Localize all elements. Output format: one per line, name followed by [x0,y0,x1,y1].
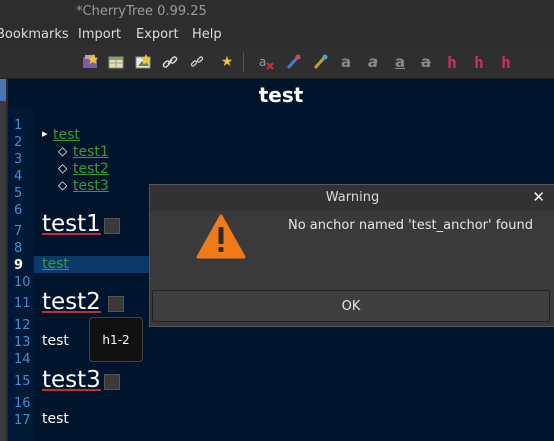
title-bar: *CherryTree 0.99.25 [0,0,554,24]
toc-link-test2[interactable]: test2 [73,161,109,177]
heading-test1: test1 [42,211,101,237]
toc-diamond-icon: ◇ [58,161,68,175]
line-number: 10 [14,275,31,290]
line-number-current: 9 [14,258,24,273]
strikethrough-icon[interactable]: a [416,52,436,72]
toc-link-test2-label: test2 [73,161,109,177]
heading-test3: test3 [42,367,101,393]
line-number: 17 [14,413,31,428]
toc-link-test1[interactable]: test1 [73,144,109,160]
line-number: 2 [14,135,23,150]
underline-icon[interactable]: a [390,52,410,72]
menu-help[interactable]: Help [192,27,222,42]
line-number: 4 [14,169,23,184]
toc-link-test3-label: test3 [73,178,109,194]
window-title: *CherryTree 0.99.25 [76,4,207,19]
line-number: 7 [14,224,23,239]
insert-anchor-link-icon[interactable] [187,52,207,72]
toc-link-root[interactable]: test [53,127,80,143]
heading3-button[interactable]: h [496,52,516,72]
table-icon[interactable] [106,52,126,72]
close-icon[interactable]: ✕ [532,188,545,206]
toc-diamond-icon: ◇ [58,144,68,158]
anchor-icon[interactable] [104,218,120,234]
heading1-button[interactable]: h [442,52,462,72]
toc-arrow-icon: ▸ [42,127,48,140]
dialog-title: Warning [325,190,380,205]
warning-dialog: Warning ✕ No anchor named 'test_anchor' … [149,184,554,327]
toc-link-test1-label: test1 [73,144,109,160]
node-title-bar: test [8,79,554,109]
dialog-message: No anchor named 'test_anchor' found [288,218,533,233]
ok-button[interactable]: OK [152,290,550,322]
toc-link-root-label: test [53,127,80,143]
body-text: test [42,333,69,349]
toolbar: ★ a a a a a h h h [0,46,554,79]
add-bookmark-icon[interactable] [80,52,100,72]
anchor-icon[interactable] [104,374,120,390]
node-title: test [258,83,304,107]
line-number: 1 [14,118,23,133]
line-number: 12 [14,318,31,333]
line-number: 5 [14,186,23,201]
line-number: 14 [14,352,31,367]
anchor-link[interactable]: test [42,256,69,272]
anchor-tooltip: h1-2 [89,317,143,362]
color-background-icon[interactable] [310,52,330,72]
tree-panel-edge[interactable] [0,79,6,441]
line-number: 8 [14,241,23,256]
menu-bar: Bookmarks Import Export Help [0,24,554,46]
toc-diamond-icon: ◇ [58,178,68,192]
bold-icon[interactable]: a [336,52,356,72]
italic-icon[interactable]: a [363,52,383,72]
line-number: 11 [14,296,31,311]
add-image-icon[interactable] [133,52,153,72]
heading-test2: test2 [42,289,101,315]
line-number: 3 [14,152,23,167]
tree-selection-indicator [0,79,6,101]
warning-icon [196,214,246,264]
svg-text:a: a [259,55,266,69]
star-icon[interactable]: ★ [217,52,237,72]
anchor-icon[interactable] [108,296,124,312]
body-text: test [42,411,69,427]
anchor-link-label: test [42,256,69,272]
menu-export[interactable]: Export [136,27,179,42]
line-number: 15 [14,374,31,389]
menu-bookmarks[interactable]: Bookmarks [0,27,69,42]
clear-formatting-icon[interactable]: a [256,52,276,72]
heading2-button[interactable]: h [469,52,489,72]
insert-link-icon[interactable] [160,52,180,72]
color-foreground-icon[interactable] [283,52,303,72]
dialog-title-bar: Warning ✕ [150,185,554,211]
toolbar-separator [243,52,244,72]
line-number: 13 [14,335,31,350]
toc-link-test3[interactable]: test3 [73,178,109,194]
menu-import[interactable]: Import [78,27,121,42]
line-number: 6 [14,203,23,218]
line-number: 16 [14,396,31,411]
